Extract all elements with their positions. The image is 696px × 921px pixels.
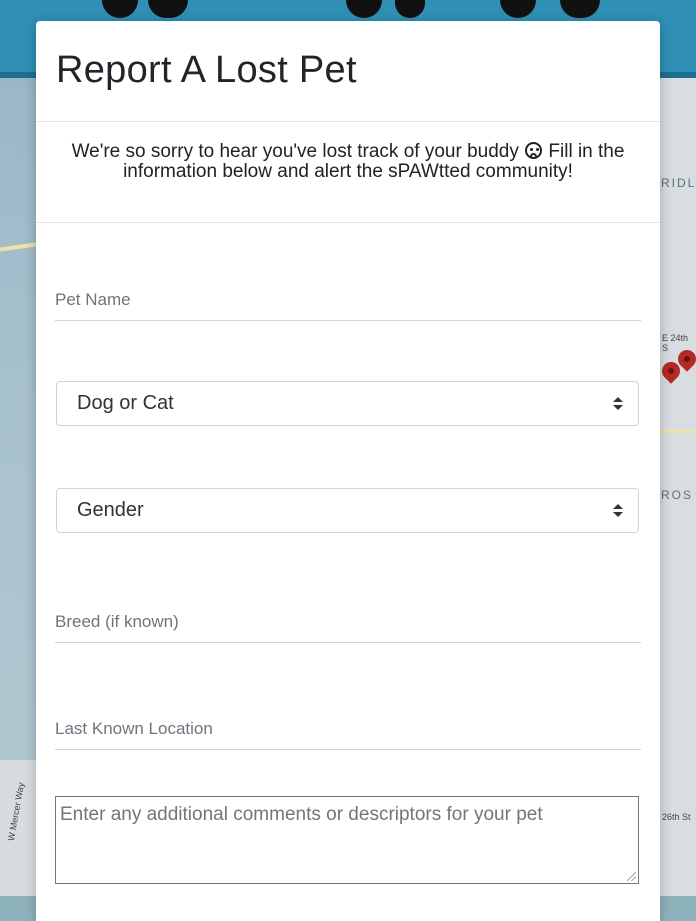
sad-face-icon bbox=[525, 142, 543, 159]
modal-header: Report A Lost Pet bbox=[36, 21, 660, 122]
pet-type-select[interactable]: Dog or Cat bbox=[56, 381, 639, 426]
last-location-field[interactable] bbox=[55, 709, 641, 750]
map-road bbox=[660, 430, 696, 433]
report-lost-pet-modal: Report A Lost Pet We're so sorry to hear… bbox=[36, 21, 660, 921]
breed-input[interactable] bbox=[55, 602, 641, 642]
pet-name-input[interactable] bbox=[55, 280, 641, 320]
gender-select-value: Gender bbox=[77, 499, 144, 521]
last-location-input[interactable] bbox=[55, 709, 641, 749]
pet-type-select-value: Dog or Cat bbox=[77, 392, 174, 414]
select-arrows-icon bbox=[613, 504, 623, 518]
gender-select[interactable]: Gender bbox=[56, 488, 639, 533]
intro-text-part1: We're so sorry to hear you've lost track… bbox=[71, 141, 519, 162]
resize-handle-icon[interactable] bbox=[627, 872, 636, 881]
modal-title: Report A Lost Pet bbox=[56, 49, 357, 91]
map-land-left bbox=[0, 760, 40, 896]
map-label: 26th St bbox=[662, 812, 691, 822]
modal-intro-text: We're so sorry to hear you've lost track… bbox=[36, 122, 660, 223]
select-arrows-icon bbox=[613, 397, 623, 411]
map-label: RIDL bbox=[661, 176, 696, 190]
pet-name-field[interactable] bbox=[55, 280, 641, 321]
map-label: ROS bbox=[661, 488, 694, 502]
breed-field[interactable] bbox=[55, 602, 641, 643]
comments-textarea[interactable] bbox=[55, 796, 639, 884]
